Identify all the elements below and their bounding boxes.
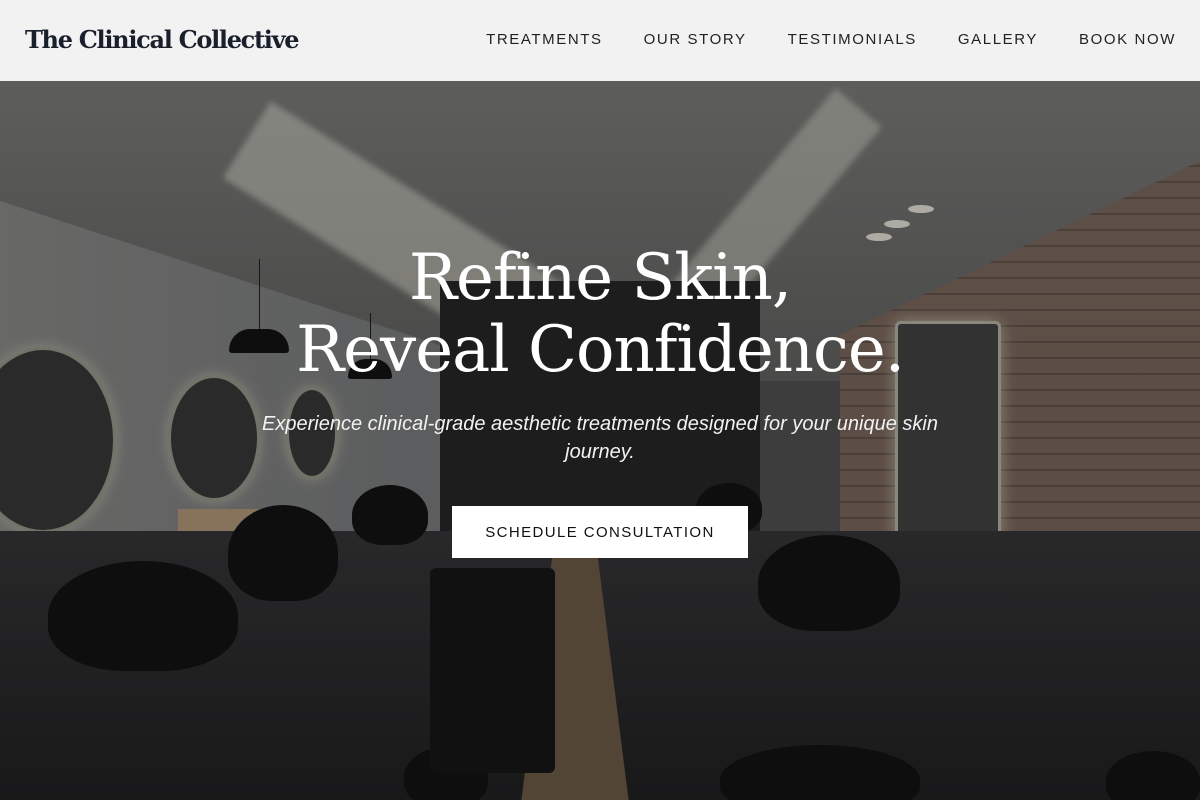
hero-subtitle: Experience clinical-grade aesthetic trea… xyxy=(262,413,938,463)
site-header: The Clinical Collective TREATMENTS OUR S… xyxy=(0,0,1200,81)
schedule-consultation-button[interactable]: SCHEDULE CONSULTATION xyxy=(452,506,748,558)
nav-gallery[interactable]: GALLERY xyxy=(958,31,1038,49)
nav-our-story[interactable]: OUR STORY xyxy=(644,31,747,49)
site-logo[interactable]: The Clinical Collective xyxy=(25,25,300,55)
hero-headline: Refine Skin, Reveal Confidence. xyxy=(0,242,1200,386)
main-nav: TREATMENTS OUR STORY TESTIMONIALS GALLER… xyxy=(486,31,1176,49)
nav-testimonials[interactable]: TESTIMONIALS xyxy=(788,31,917,49)
nav-treatments[interactable]: TREATMENTS xyxy=(486,31,603,49)
nav-book-now[interactable]: BOOK NOW xyxy=(1079,31,1176,49)
hero-headline-line-2: Reveal Confidence. xyxy=(295,313,905,387)
hero-headline-line-1: Refine Skin, xyxy=(408,241,792,315)
